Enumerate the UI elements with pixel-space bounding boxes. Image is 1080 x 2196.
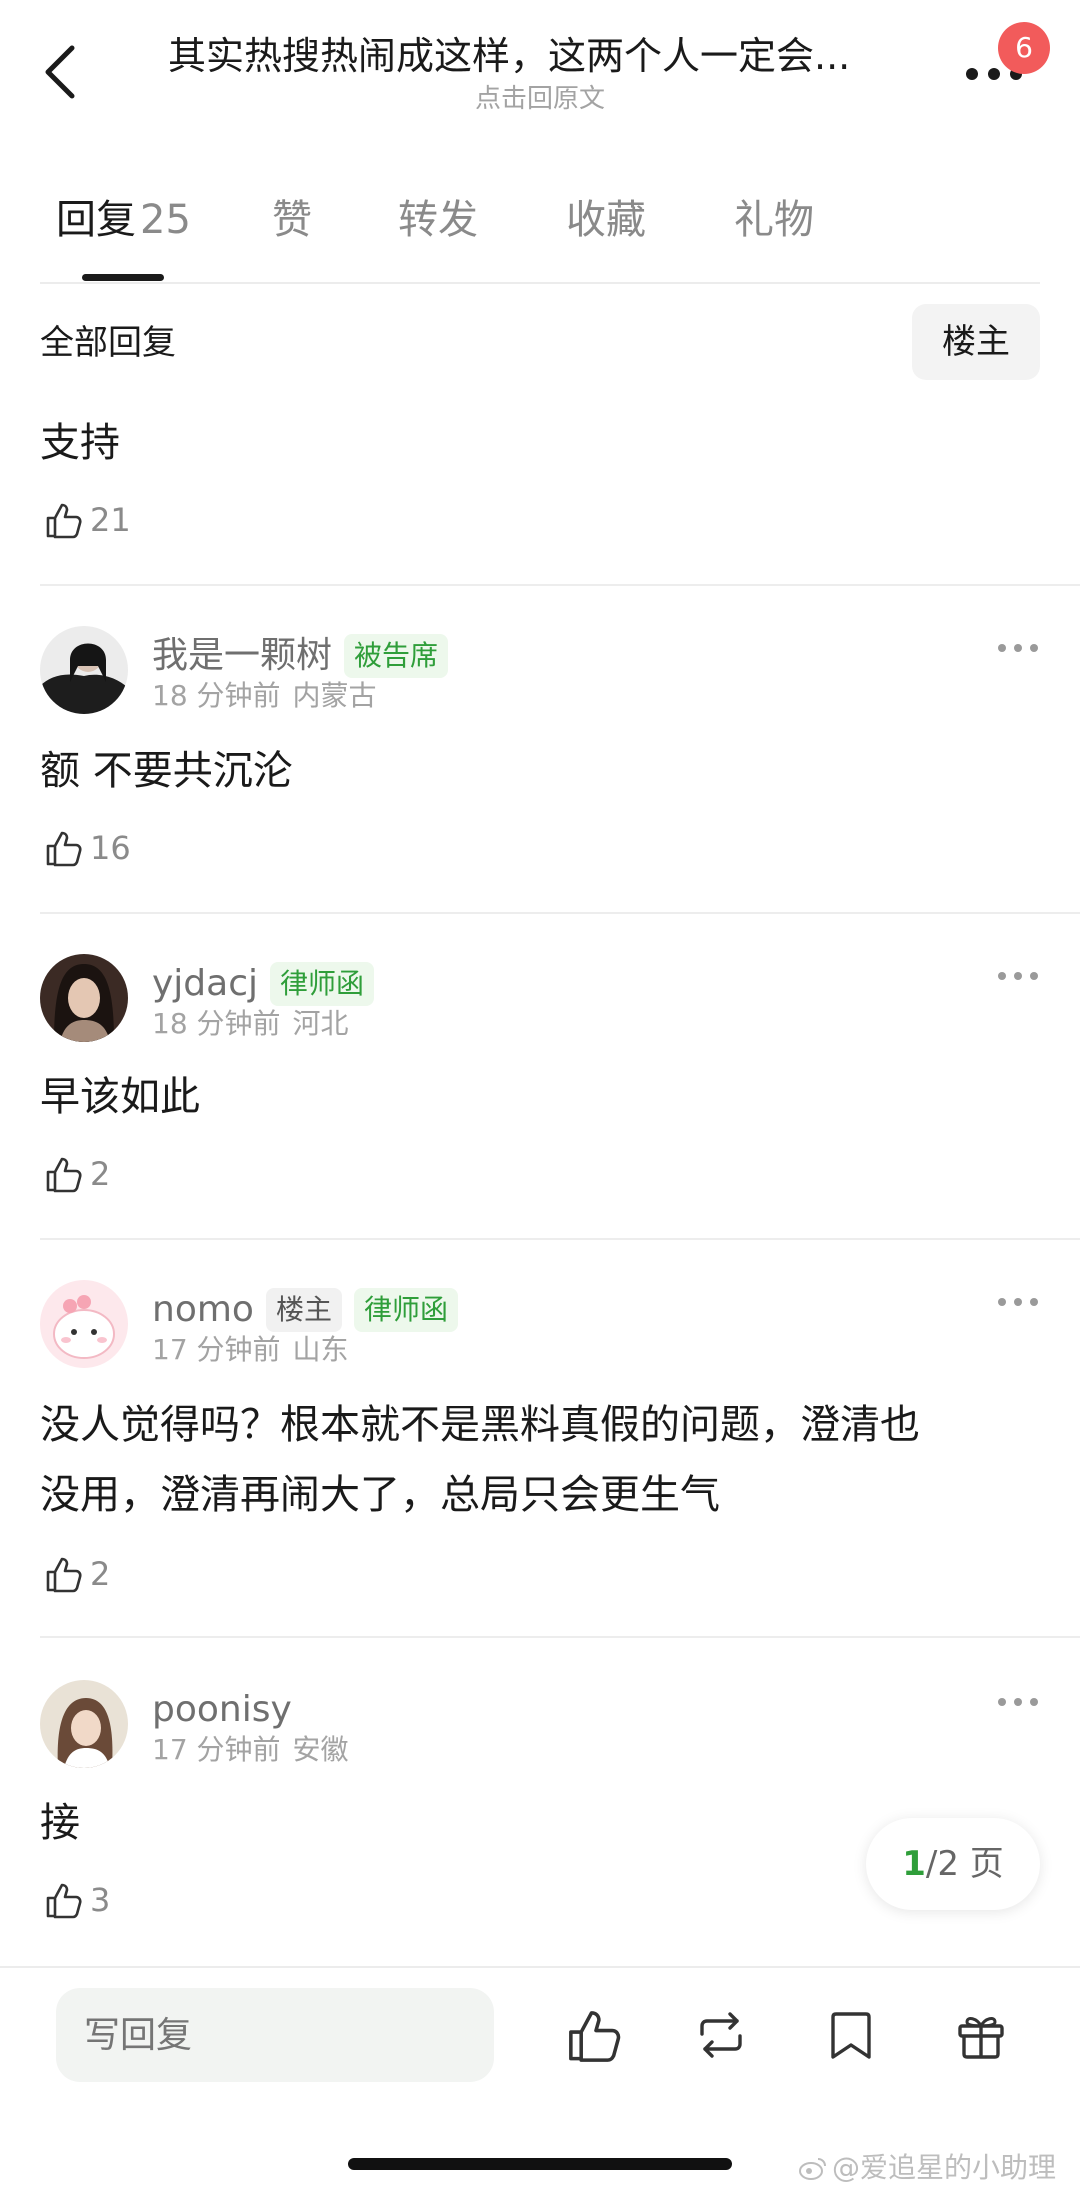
comment-text: 支持 <box>40 420 120 466</box>
comment-divider <box>40 912 1080 914</box>
bookmark-button[interactable] <box>820 2004 882 2066</box>
tabs-divider <box>40 282 1040 284</box>
comment-text: 早该如此 <box>40 1074 200 1120</box>
watermark: @爱追星的小助理 <box>798 2150 1056 2186</box>
comment-location: 内蒙古 <box>292 679 377 712</box>
home-indicator <box>348 2158 732 2170</box>
reply-input[interactable] <box>56 1988 494 2082</box>
thumbs-up-icon <box>569 2011 621 2062</box>
comment-divider <box>40 1238 1080 1240</box>
back-to-original-link[interactable]: 点击回原文 <box>0 82 1080 116</box>
comment-location: 山东 <box>292 1333 349 1366</box>
thumbs-up-icon <box>46 1557 82 1593</box>
thumbs-up-icon <box>46 503 82 539</box>
top-nav-bar: 其实热搜热闹成这样，这两个人一定会... 点击回原文 6 <box>0 0 1080 140</box>
comment-more-button[interactable] <box>996 1292 1040 1312</box>
avatar-image <box>40 1280 128 1368</box>
user-tag: 律师函 <box>353 1288 458 1332</box>
like-count: 3 <box>90 1881 111 1919</box>
tab-replies-label: 回复 <box>56 197 136 243</box>
comment-more-button[interactable] <box>996 1692 1040 1712</box>
page-indicator[interactable]: 1/2 页 <box>866 1818 1040 1910</box>
user-tag: 律师函 <box>270 962 375 1006</box>
avatar-image <box>40 626 128 714</box>
comment-location: 安徽 <box>292 1733 349 1766</box>
comment-meta: 17 分钟前 安徽 <box>152 1730 349 1770</box>
weibo-logo-icon <box>799 2158 826 2180</box>
username[interactable]: nomo <box>152 1284 254 1336</box>
like-button[interactable]: 21 <box>42 498 131 542</box>
avatar[interactable] <box>40 1280 128 1368</box>
tab-gifts[interactable]: 礼物 <box>734 190 814 250</box>
like-count: 21 <box>90 501 131 539</box>
avatar[interactable] <box>40 626 128 714</box>
comment-more-button[interactable] <box>996 638 1040 658</box>
user-tag: 被告席 <box>344 634 449 678</box>
gift-button[interactable] <box>950 2004 1012 2066</box>
comment-time: 17 分钟前 <box>152 1333 281 1366</box>
thumbs-up-icon <box>46 831 82 867</box>
comment-text: 额 不要共沉沦 <box>40 748 293 794</box>
all-replies-label: 全部回复 <box>40 323 176 363</box>
more-dots-icon <box>998 1698 1038 1706</box>
bookmark-icon <box>831 2012 871 2059</box>
comment-text-line: 没用，澄清再闹大了，总局只会更生气 <box>40 1472 720 1518</box>
comment-header: poonisy <box>152 1684 292 1736</box>
tab-likes[interactable]: 赞 <box>272 190 312 250</box>
tab-replies-count: 25 <box>140 197 191 243</box>
like-post-button[interactable] <box>562 2004 624 2066</box>
tab-favorites[interactable]: 收藏 <box>566 190 646 250</box>
comment-meta: 18 分钟前 内蒙古 <box>152 676 377 716</box>
username[interactable]: yjdacj <box>152 958 258 1010</box>
current-page: 1 <box>902 1844 926 1884</box>
comment-location: 河北 <box>292 1007 349 1040</box>
like-button[interactable]: 3 <box>42 1878 110 1922</box>
more-dots-icon <box>998 1298 1038 1306</box>
avatar[interactable] <box>40 954 128 1042</box>
like-button[interactable]: 2 <box>42 1152 110 1196</box>
comment-meta: 18 分钟前 河北 <box>152 1004 349 1044</box>
comment-time: 18 分钟前 <box>152 679 281 712</box>
comment-header: nomo 楼主 律师函 <box>152 1284 458 1336</box>
comment-meta: 17 分钟前 山东 <box>152 1330 349 1370</box>
more-dots-icon <box>998 644 1038 652</box>
notification-badge: 6 <box>998 22 1050 74</box>
avatar-image <box>40 1680 128 1768</box>
repost-icon <box>700 2012 742 2058</box>
comment-header: 我是一颗树 被告席 <box>152 630 449 682</box>
comment-time: 18 分钟前 <box>152 1007 281 1040</box>
comment-more-button[interactable] <box>996 966 1040 986</box>
avatar[interactable] <box>40 1680 128 1768</box>
avatar-image <box>40 954 128 1042</box>
comment-divider <box>40 1636 1080 1638</box>
comment-text: 没人觉得吗？根本就不是黑料真假的问题，澄清也 没用，澄清再闹大了，总局只会更生气 <box>40 1390 1040 1530</box>
total-pages: /2 页 <box>925 1844 1004 1884</box>
username[interactable]: 我是一颗树 <box>152 630 332 682</box>
repost-button[interactable] <box>690 2004 752 2066</box>
op-tag: 楼主 <box>265 1288 342 1332</box>
post-title[interactable]: 其实热搜热闹成这样，这两个人一定会... <box>168 30 908 82</box>
tab-bar: 回复 25 赞 转发 收藏 礼物 <box>0 190 1080 280</box>
username[interactable]: poonisy <box>152 1684 292 1736</box>
tab-reposts[interactable]: 转发 <box>398 190 478 250</box>
watermark-text: @爱追星的小助理 <box>832 2151 1057 2184</box>
like-count: 16 <box>90 829 131 867</box>
comment-text-line: 没人觉得吗？根本就不是黑料真假的问题，澄清也 <box>40 1402 920 1448</box>
like-button[interactable]: 2 <box>42 1552 110 1596</box>
tab-replies[interactable]: 回复 25 <box>56 190 191 250</box>
thumbs-up-icon <box>46 1157 82 1193</box>
like-button[interactable]: 16 <box>42 826 131 870</box>
comment-time: 17 分钟前 <box>152 1733 281 1766</box>
gift-icon <box>958 2017 1004 2059</box>
comment-divider <box>40 584 1080 586</box>
thumbs-up-icon <box>46 1883 82 1919</box>
comment-header: yjdacj 律师函 <box>152 958 375 1010</box>
like-count: 2 <box>90 1155 111 1193</box>
bottom-bar-divider <box>0 1966 1080 1968</box>
op-only-filter-button[interactable]: 楼主 <box>912 304 1040 380</box>
active-tab-indicator <box>82 274 164 281</box>
like-count: 2 <box>90 1555 111 1593</box>
more-dots-icon <box>998 972 1038 980</box>
